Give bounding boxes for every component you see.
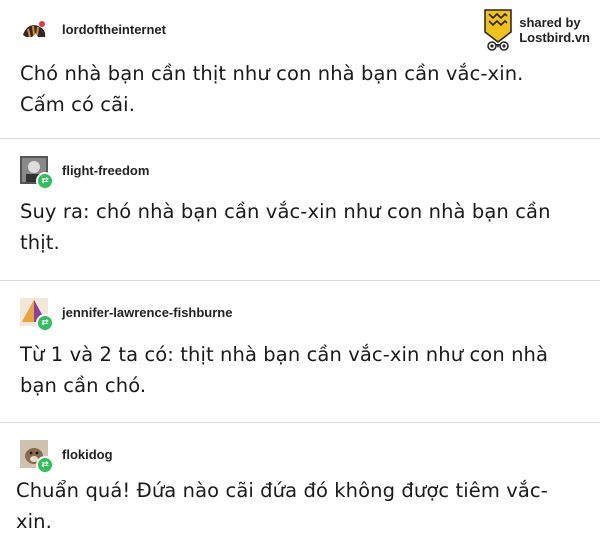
post-body: Chó nhà bạn cần thịt như con nhà bạn cần… <box>20 58 580 120</box>
username[interactable]: jennifer-lawrence-fishburne <box>62 305 232 320</box>
post-lordoftheinternet: lordoftheinternet Chó nhà bạn cần thịt n… <box>0 0 600 138</box>
post-flight-freedom: ⇄ flight-freedom Suy ra: chó nhà bạn cần… <box>0 139 600 280</box>
username[interactable]: flokidog <box>62 447 113 462</box>
post-line: Chó nhà bạn cần thịt như con nhà bạn cần… <box>20 62 524 85</box>
post-body: Từ 1 và 2 ta có: thịt nhà bạn cần vắc-xi… <box>20 339 580 401</box>
post-line: Chuẩn quá! Đứa nào cãi đứa đó không được… <box>16 479 548 533</box>
post-body: Suy ra: chó nhà bạn cần vắc-xin như con … <box>20 196 580 258</box>
post-header: lordoftheinternet <box>20 15 166 43</box>
username[interactable]: lordoftheinternet <box>62 22 166 37</box>
reblog-icon: ⇄ <box>36 172 54 190</box>
post-flokidog: ⇄ flokidog Chuẩn quá! Đứa nào cãi đứa đó… <box>0 423 600 533</box>
post-line: thịt. <box>20 231 60 254</box>
post-line: Cấm có cãi. <box>20 93 135 116</box>
post-header: ⇄ jennifer-lawrence-fishburne <box>20 298 232 332</box>
tiger-avatar-icon[interactable] <box>20 15 48 43</box>
dog-avatar-icon[interactable]: ⇄ <box>20 440 54 474</box>
username[interactable]: flight-freedom <box>62 163 149 178</box>
reblog-icon: ⇄ <box>36 314 54 332</box>
post-line: Từ 1 và 2 ta có: thịt nhà bạn cần vắc-xi… <box>20 343 549 366</box>
photo-avatar-icon[interactable]: ⇄ <box>20 156 54 190</box>
post-header: ⇄ flokidog <box>20 440 113 474</box>
post-header: ⇄ flight-freedom <box>20 156 149 190</box>
post-jennifer-lawrence-fishburne: ⇄ jennifer-lawrence-fishburne Từ 1 và 2 … <box>0 281 600 422</box>
reblog-icon: ⇄ <box>36 456 54 474</box>
pyramid-avatar-icon[interactable]: ⇄ <box>20 298 54 332</box>
post-body: Chuẩn quá! Đứa nào cãi đứa đó không được… <box>16 475 576 537</box>
post-line: Suy ra: chó nhà bạn cần vắc-xin như con … <box>20 200 551 223</box>
post-line: bạn cần chó. <box>20 374 147 397</box>
